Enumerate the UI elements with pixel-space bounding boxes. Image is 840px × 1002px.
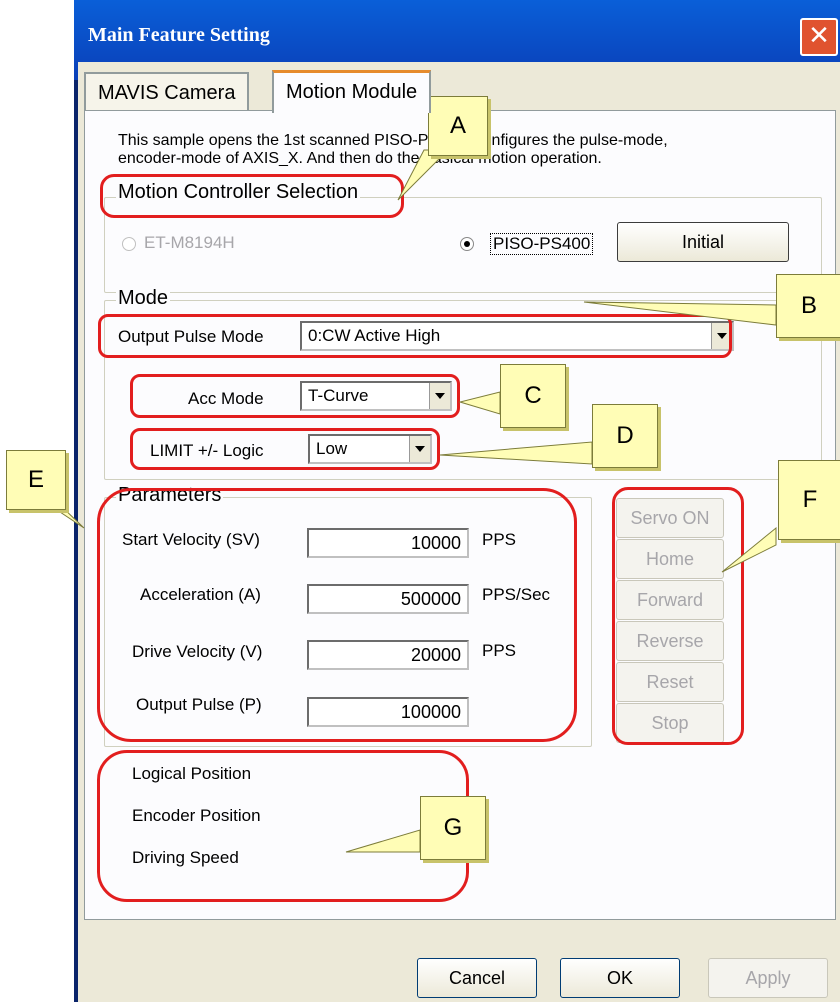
callout-g: G [420,796,486,860]
tab-motion-module[interactable]: Motion Module [272,70,432,113]
callout-d: D [592,404,658,468]
callout-b: B [776,274,840,338]
callout-f: F [778,460,840,540]
callout-a: A [428,96,488,156]
callout-e: E [6,450,66,510]
callout-c: C [500,364,566,428]
